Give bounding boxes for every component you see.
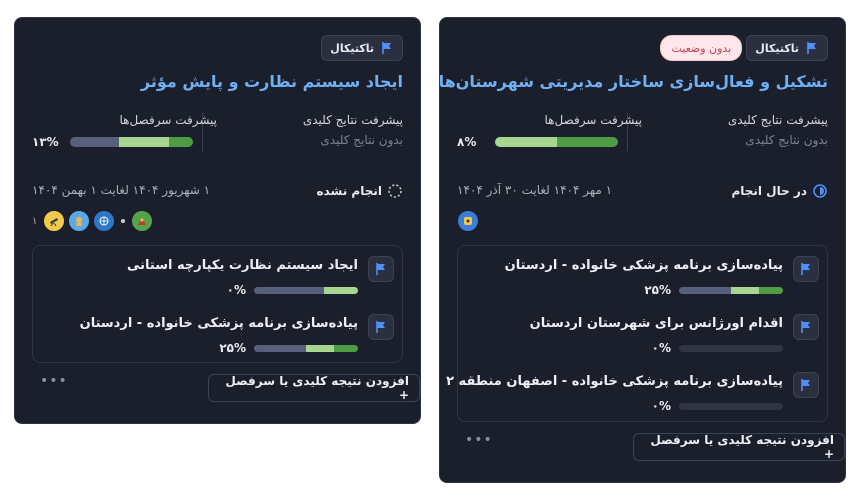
status-not-started[interactable]: انجام نشده — [317, 183, 403, 199]
card-header-chips: تاکتیکال بدون وضعیت — [660, 35, 828, 61]
list-item[interactable]: پیاده‌سازی برنامه پزشکی خانواده - اردستا… — [458, 252, 827, 300]
item-title: اقدام اورژانس برای شهرستان اردستان — [529, 316, 783, 331]
half-circle-icon — [813, 184, 827, 198]
objective-card-left[interactable]: تاکتیکال ایجاد سیستم نظارت و پایش مؤثر پ… — [14, 17, 421, 424]
key-results-progress: پیشرفت نتایج کلیدی بدون نتایج کلیدی — [643, 113, 828, 147]
avatar[interactable] — [457, 210, 479, 232]
item-title: پیاده‌سازی برنامه پزشکی خانواده - اردستا… — [504, 258, 783, 273]
status-chip[interactable]: بدون وضعیت — [660, 35, 743, 61]
tag-label: تاکتیکال — [755, 41, 799, 55]
more-options-icon[interactable]: ••• — [465, 432, 493, 448]
add-button-label: افزودن نتیجه کلیدی یا سرفصل + — [650, 433, 834, 461]
item-percent: ۰% — [651, 399, 671, 413]
list-item[interactable]: ایجاد سیستم نظارت یکپارچه استانی ۰% — [33, 252, 402, 300]
add-button-label: افزودن نتیجه کلیدی یا سرفصل + — [225, 374, 409, 402]
item-progress: ۰% — [652, 341, 783, 355]
progress-metrics: پیشرفت نتایج کلیدی بدون نتایج کلیدی پیشر… — [32, 113, 403, 153]
add-key-result-button[interactable]: افزودن نتیجه کلیدی یا سرفصل + — [208, 374, 420, 402]
chapters-progress: پیشرفت سرفصل‌ها ۸% — [457, 113, 642, 149]
objective-card-right[interactable]: تاکتیکال بدون وضعیت تشکیل و فعال‌سازی سا… — [439, 17, 846, 483]
flag-icon — [793, 314, 819, 340]
assignees[interactable]: ۱ — [32, 210, 154, 232]
status-label: در حال انجام — [731, 184, 807, 198]
tactical-tag[interactable]: تاکتیکال — [321, 35, 403, 61]
chapters-list: ایجاد سیستم نظارت یکپارچه استانی ۰% پیاد… — [32, 245, 403, 363]
item-progress: ۲۵% — [219, 341, 358, 355]
avatar[interactable] — [43, 210, 66, 232]
item-progress-bar — [679, 344, 783, 352]
date-range: ۱ مهر ۱۴۰۴ لغایت ۳۰ آذر ۱۴۰۴ — [457, 183, 613, 197]
item-percent: ۲۵% — [219, 341, 246, 355]
item-title: ایجاد سیستم نظارت یکپارچه استانی — [127, 258, 358, 273]
avatar[interactable] — [131, 210, 154, 232]
flag-icon — [382, 42, 391, 54]
status-label: انجام نشده — [316, 184, 382, 198]
item-percent: ۲۵% — [644, 283, 671, 297]
flag-icon — [807, 42, 816, 54]
kr-progress-value: بدون نتایج کلیدی — [745, 133, 828, 147]
avatar[interactable] — [68, 210, 91, 232]
chapters-progress-bar — [495, 137, 618, 147]
item-progress: ۲۵% — [644, 283, 783, 297]
card-header-chips: تاکتیکال — [321, 35, 403, 61]
item-progress-bar — [254, 344, 358, 352]
tactical-tag[interactable]: تاکتیکال — [746, 35, 828, 61]
flag-icon — [793, 372, 819, 398]
person-icon — [138, 218, 147, 225]
date-range: ۱ شهریور ۱۴۰۴ لغایت ۱ بهمن ۱۴۰۴ — [32, 183, 211, 197]
flag-icon — [793, 256, 819, 282]
separator-dot — [121, 219, 126, 223]
kr-progress-label: پیشرفت نتایج کلیدی — [302, 113, 403, 127]
dashed-circle-icon — [388, 184, 402, 198]
list-item[interactable]: اقدام اورژانس برای شهرستان اردستان ۰% — [458, 310, 827, 358]
status-row: در حال انجام ۱ مهر ۱۴۰۴ لغایت ۳۰ آذر ۱۴۰… — [457, 183, 828, 201]
item-progress-bar — [679, 286, 783, 294]
progress-metrics: پیشرفت نتایج کلیدی بدون نتایج کلیدی پیشر… — [457, 113, 828, 153]
kr-progress-label: پیشرفت نتایج کلیدی — [727, 113, 828, 127]
item-progress: ۰% — [227, 283, 358, 297]
flag-icon — [368, 256, 394, 282]
add-key-result-button[interactable]: افزودن نتیجه کلیدی یا سرفصل + — [633, 433, 845, 461]
telescope-icon — [50, 218, 59, 227]
status-in-progress[interactable]: در حال انجام — [731, 183, 828, 199]
chapters-progress-label: پیشرفت سرفصل‌ها — [119, 113, 217, 127]
person-icon — [464, 217, 472, 225]
list-item[interactable]: پیاده‌سازی برنامه پزشکی خانواده - اصفهان… — [446, 368, 827, 416]
flag-icon — [368, 314, 394, 340]
chapters-progress-percent: ۸% — [457, 135, 477, 149]
item-title: پیاده‌سازی برنامه پزشکی خانواده - اصفهان… — [446, 374, 783, 389]
item-title: پیاده‌سازی برنامه پزشکی خانواده - اردستا… — [79, 316, 358, 331]
chapters-list: پیاده‌سازی برنامه پزشکی خانواده - اردستا… — [446, 245, 828, 422]
chapters-progress-label: پیشرفت سرفصل‌ها — [544, 113, 642, 127]
chapters-progress-percent: ۱۳% — [32, 135, 59, 149]
item-progress-bar — [679, 402, 783, 410]
list-item[interactable]: پیاده‌سازی برنامه پزشکی خانواده - اردستا… — [33, 310, 402, 358]
assignees[interactable] — [457, 210, 479, 232]
item-percent: ۰% — [226, 283, 246, 297]
globe-icon — [99, 216, 109, 226]
status-row: انجام نشده ۱ شهریور ۱۴۰۴ لغایت ۱ بهمن ۱۴… — [32, 183, 403, 201]
objective-title[interactable]: ایجاد سیستم نظارت و پایش مؤثر — [141, 72, 403, 91]
assignee-count: ۱ — [32, 215, 38, 227]
key-results-progress: پیشرفت نتایج کلیدی بدون نتایج کلیدی — [218, 113, 403, 147]
item-progress-bar — [254, 286, 358, 294]
chapters-progress: پیشرفت سرفصل‌ها ۱۳% — [32, 113, 217, 149]
item-progress: ۰% — [652, 399, 783, 413]
kr-progress-value: بدون نتایج کلیدی — [320, 133, 403, 147]
chapters-progress-bar — [70, 137, 193, 147]
avatar[interactable] — [93, 210, 116, 232]
objective-title[interactable]: تشکیل و فعال‌سازی ساختار مدیریتی شهرستان… — [439, 72, 828, 91]
person-icon — [76, 217, 83, 226]
tag-label: تاکتیکال — [330, 41, 374, 55]
more-options-icon[interactable]: ••• — [40, 373, 68, 389]
item-percent: ۰% — [651, 341, 671, 355]
